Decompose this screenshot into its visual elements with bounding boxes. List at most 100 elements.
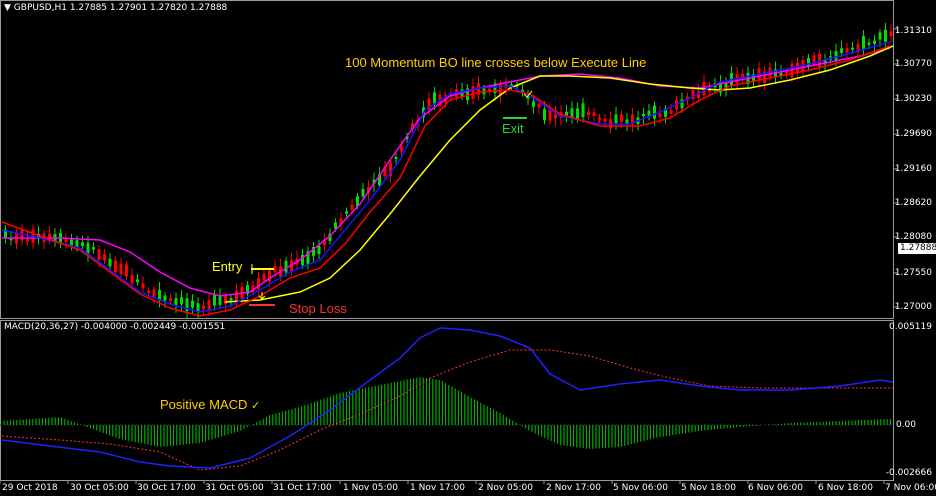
macd-signal-line [1,349,893,471]
candle-body [587,111,590,116]
chart-symbol-title: ▼ GBPUSD,H1 1.27885 1.27901 1.27820 1.27… [4,3,227,13]
candle-body [647,110,651,116]
candle-body [620,114,623,122]
candle-body [543,108,546,121]
candle-body [570,108,574,118]
positive-macd-text: Positive MACD [160,397,248,412]
macd-pane-frame [0,320,894,481]
candle-body [152,289,156,297]
candle-body [163,295,167,301]
candle-body [592,112,596,117]
price-axis-label: 1.29690 [894,129,932,139]
candle-body [537,103,541,108]
candle-body [361,188,365,197]
chart-menu-triangle-icon[interactable]: ▼ [4,3,11,13]
candle-body [229,298,233,301]
candle-body [317,245,321,255]
time-axis-label: 30 Oct 05:00 [70,483,129,493]
candle-body [64,239,68,242]
macd-indicator-title: MACD(20,36,27) -0.004000 -0.002449 -0.00… [4,322,226,332]
time-axis-label: 6 Nov 06:00 [748,483,803,493]
time-axis-label: 5 Nov 18:00 [681,483,736,493]
candle-body [125,264,128,277]
candle-body [614,114,618,125]
time-axis-label: 1 Nov 05:00 [343,483,398,493]
macd-indicator [0,327,894,471]
price-axis-label: 1.28620 [894,198,932,208]
candle-body [669,110,673,114]
price-pane-frame [0,0,894,319]
candle-body [169,298,172,302]
ma-magenta-line [2,47,891,297]
candle-body [345,211,348,214]
candle-body [532,101,535,107]
ma-blue-line [1,41,891,313]
check-mark-icon: ✓ [251,400,261,412]
candle-body [141,283,145,289]
price-axis-label: 1.29160 [894,164,932,174]
candle-body [180,297,183,305]
macd-axis-label: 0.00 [895,420,916,430]
time-axis-label: 31 Oct 17:00 [273,483,332,493]
time-axis-label: 2 Nov 05:00 [478,483,533,493]
price-axis-label: 1.31310 [894,26,932,36]
time-axis-label: 7 Nov 06:00 [885,483,936,493]
candle-body [119,263,123,275]
candle-body [548,110,552,121]
candle-body [845,47,849,53]
time-axis-label: 1 Nov 17:00 [410,483,465,493]
candle-body [867,42,871,45]
candle-body [807,58,810,67]
headline-annotation: 100 Momentum BO line crosses below Execu… [345,55,647,70]
candle-body [653,105,656,119]
price-axis-label: 1.27000 [894,302,932,312]
candle-body [235,290,238,302]
candle-body [81,242,84,247]
candle-body [884,29,887,42]
candle-body [191,300,194,308]
candle-body [350,204,354,210]
stop-loss-annotation: Stop Loss [289,301,347,316]
candle-body [873,40,876,44]
candle-body [114,260,117,273]
time-axis-label: 5 Nov 06:00 [613,483,668,493]
candle-body [103,254,106,261]
time-axis-label: 31 Oct 05:00 [205,483,264,493]
macd-axis-label: -0.002666 [885,468,932,478]
entry-annotation: Entry [212,259,243,274]
time-axis-label: 6 Nov 18:00 [818,483,873,493]
exit-annotation: Exit [502,121,524,136]
candle-body [130,275,134,284]
candle-body [598,117,601,121]
candle-body [97,249,101,260]
candle-body [840,48,843,53]
candle-body [202,306,205,309]
time-axis-label: 30 Oct 17:00 [137,483,196,493]
symbol-ohlc-text: GBPUSD,H1 1.27885 1.27901 1.27820 1.2788… [13,3,228,13]
candle-body [394,156,398,160]
price-axis-label: 1.27550 [894,268,932,278]
current-price-badge: 1.27888 [898,243,936,254]
candle-body [174,298,178,306]
candle-body [471,85,475,99]
candle-body [603,118,607,122]
candle-body [20,230,24,241]
candle-body [400,146,403,152]
candle-body [889,31,893,37]
chart-canvas[interactable] [0,0,936,496]
candle-body [851,47,854,50]
candle-body [625,119,629,124]
candle-body [136,279,139,283]
candle-body [147,290,150,293]
candle-body [576,108,579,120]
price-axis-label: 1.30230 [894,94,932,104]
candle-body [581,103,585,118]
candle-body [213,294,216,306]
candle-body [70,239,73,246]
candle-body [334,222,337,229]
candle-body [26,239,29,242]
candle-body [642,114,645,117]
candle-body [224,295,227,305]
candle-body [108,258,112,267]
price-axis-label: 1.30770 [894,59,932,69]
